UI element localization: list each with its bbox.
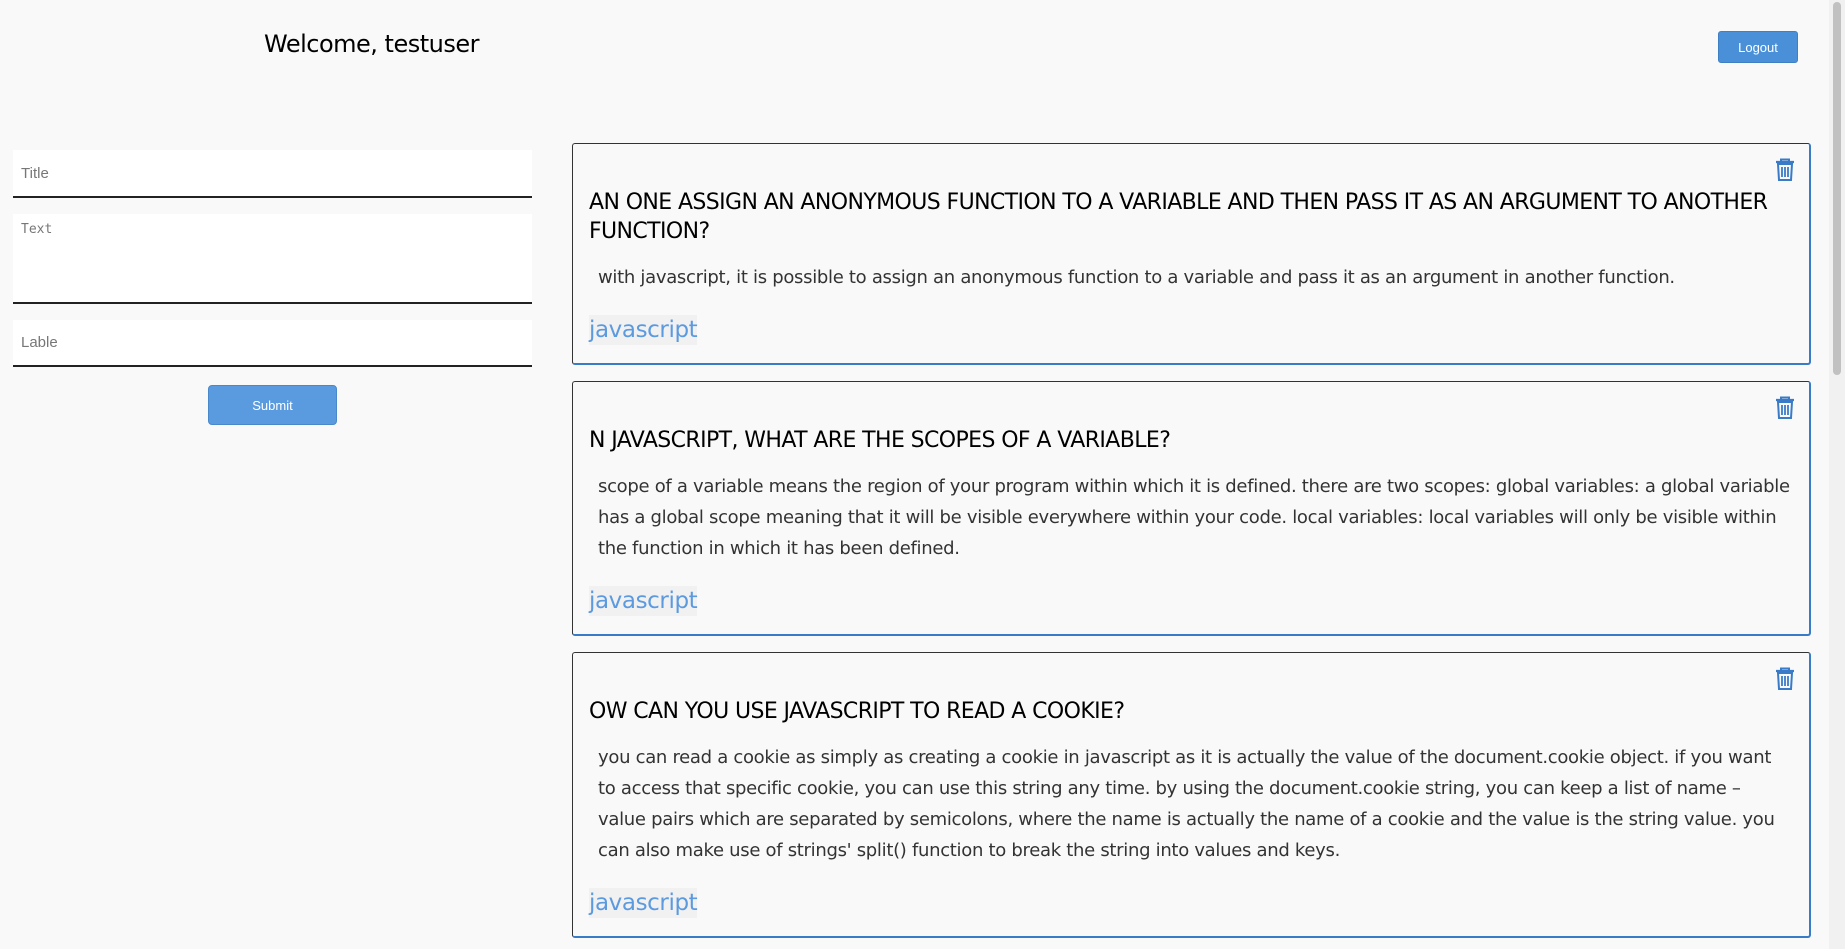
page: Welcome, testuser Logout Submit AN ONE A… [0, 0, 1845, 949]
note-title: N JAVASCRIPT, WHAT ARE THE SCOPES OF A V… [589, 428, 1171, 453]
submit-button[interactable]: Submit [208, 385, 337, 425]
title-input[interactable] [13, 150, 532, 198]
delete-button[interactable] [1773, 396, 1797, 422]
logout-button[interactable]: Logout [1718, 31, 1798, 63]
trash-icon [1776, 667, 1794, 690]
trash-icon [1776, 396, 1794, 419]
welcome-heading: Welcome, testuser [264, 30, 479, 58]
note-title: OW CAN YOU USE JAVASCRIPT TO READ A COOK… [589, 699, 1125, 724]
scrollbar-thumb[interactable] [1833, 2, 1841, 375]
label-input[interactable] [13, 320, 532, 367]
note-text: you can read a cookie as simply as creat… [598, 747, 1775, 861]
note-text: scope of a variable means the region of … [598, 476, 1790, 559]
notes-list: AN ONE ASSIGN AN ANONYMOUS FUNCTION TO A… [572, 143, 1811, 949]
note-label: javascript [589, 586, 698, 616]
delete-button[interactable] [1773, 158, 1797, 184]
note-text: with javascript, it is possible to assig… [598, 267, 1675, 288]
note-card: N JAVASCRIPT, WHAT ARE THE SCOPES OF A V… [572, 381, 1811, 636]
delete-button[interactable] [1773, 667, 1797, 693]
new-note-form [13, 150, 532, 367]
note-title: AN ONE ASSIGN AN ANONYMOUS FUNCTION TO A… [589, 190, 1768, 244]
trash-icon [1776, 158, 1794, 181]
note-card: AN ONE ASSIGN AN ANONYMOUS FUNCTION TO A… [572, 143, 1811, 365]
scrollbar[interactable] [1829, 0, 1845, 949]
note-label: javascript [589, 315, 698, 345]
text-input[interactable] [13, 214, 532, 304]
note-card: OW CAN YOU USE JAVASCRIPT TO READ A COOK… [572, 652, 1811, 938]
note-label: javascript [589, 888, 698, 918]
